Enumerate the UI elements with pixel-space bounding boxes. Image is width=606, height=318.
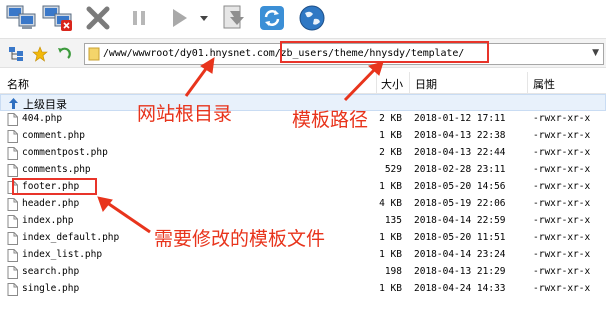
file-row[interactable]: header.php 4 KB 2018-05-19 22:06 -rwxr-xr-x: [0, 196, 606, 213]
file-icon: [7, 130, 18, 143]
file-permissions: -rwxr-xr-x: [533, 266, 591, 277]
path-prefix: /www/wwwroot/dy01.hnysnet.com: [103, 48, 275, 59]
file-size: 135: [384, 215, 402, 226]
queue-button[interactable]: [216, 2, 250, 34]
template-path-highlight: [280, 41, 489, 63]
queue-icon: [223, 5, 244, 29]
file-date: 2018-04-13 21:29: [414, 266, 506, 277]
play-button[interactable]: [164, 2, 194, 34]
file-icon: [7, 232, 18, 245]
globe-icon: [299, 5, 325, 31]
file-name: index_default.php: [22, 232, 120, 243]
file-date: 2018-04-13 22:44: [414, 147, 506, 158]
file-row[interactable]: commentpost.php 2 KB 2018-04-13 22:44 -rwxr…: [0, 145, 606, 162]
file-size: 1 KB: [379, 181, 402, 192]
refresh-icon: [260, 6, 284, 30]
disconnect-button[interactable]: [40, 2, 74, 34]
column-date-header[interactable]: 日期: [415, 76, 437, 92]
file-name: header.php: [22, 198, 80, 209]
column-separator: [376, 72, 377, 94]
disconnect-icon: [42, 5, 72, 31]
file-name: commentpost.php: [22, 147, 108, 158]
file-icon: [7, 113, 18, 126]
column-separator: [527, 72, 528, 94]
file-icon: [7, 164, 18, 177]
cancel-button[interactable]: [82, 2, 114, 34]
folder-icon: [88, 47, 100, 61]
file-date: 2018-05-20 14:56: [414, 181, 506, 192]
file-permissions: -rwxr-xr-x: [533, 181, 591, 192]
file-permissions: -rwxr-xr-x: [533, 249, 591, 260]
refresh-button[interactable]: [256, 2, 288, 34]
file-permissions: -rwxr-xr-x: [533, 164, 591, 175]
file-icon: [7, 249, 18, 262]
up-arrow-icon: [9, 98, 18, 109]
edit-files-annotation: 需要修改的模板文件: [154, 228, 326, 250]
file-icon: [7, 215, 18, 228]
file-row[interactable]: single.php 1 KB 2018-04-24 14:33 -rwxr-xr-x: [0, 281, 606, 298]
file-icon: [7, 283, 18, 296]
toolbar: [0, 0, 606, 36]
file-date: 2018-04-14 22:59: [414, 215, 506, 226]
file-date: 2018-04-24 14:33: [414, 283, 506, 294]
back-arrow-icon[interactable]: [56, 46, 72, 62]
file-date: 2018-04-13 22:38: [414, 130, 506, 141]
parent-directory-label: 上级目录: [23, 98, 67, 111]
file-list-header: 名称 大小 日期 属性: [0, 72, 606, 94]
path-dropdown-icon[interactable]: ▼: [592, 48, 599, 58]
file-size: 529: [384, 164, 402, 175]
file-permissions: -rwxr-xr-x: [533, 283, 591, 294]
connect-button[interactable]: [4, 2, 38, 34]
file-permissions: -rwxr-xr-x: [533, 147, 591, 158]
file-size: 1 KB: [379, 232, 402, 243]
file-name: comments.php: [22, 164, 91, 175]
column-perm-header[interactable]: 属性: [533, 76, 555, 92]
footer-file-highlight: [12, 178, 97, 195]
file-name: single.php: [22, 283, 80, 294]
file-date: 2018-01-12 17:11: [414, 113, 506, 124]
file-name: 404.php: [22, 113, 63, 124]
file-name: search.php: [22, 266, 80, 277]
column-separator: [409, 72, 410, 94]
file-name: index_list.php: [22, 249, 103, 260]
file-date: 2018-02-28 23:11: [414, 164, 506, 175]
file-size: 2 KB: [379, 113, 402, 124]
play-dropdown-button[interactable]: [198, 2, 210, 34]
file-date: 2018-05-19 22:06: [414, 198, 506, 209]
play-icon: [173, 9, 187, 27]
file-row[interactable]: comments.php 529 2018-02-28 23:11 -rwxr-xr-…: [0, 162, 606, 179]
file-name: comment.php: [22, 130, 85, 141]
file-date: 2018-05-20 11:51: [414, 232, 506, 243]
file-size: 1 KB: [379, 130, 402, 141]
file-permissions: -rwxr-xr-x: [533, 198, 591, 209]
file-permissions: -rwxr-xr-x: [533, 232, 591, 243]
pause-button[interactable]: [126, 2, 152, 34]
file-icon: [7, 147, 18, 160]
globe-button[interactable]: [296, 2, 328, 34]
template-path-annotation: 模板路径: [292, 109, 369, 131]
file-size: 198: [384, 266, 402, 277]
file-name: index.php: [22, 215, 74, 226]
file-date: 2018-04-14 23:24: [414, 249, 506, 260]
file-permissions: -rwxr-xr-x: [533, 113, 591, 124]
connect-icon: [6, 5, 36, 29]
chevron-down-icon: [200, 16, 208, 21]
file-permissions: -rwxr-xr-x: [533, 130, 591, 141]
file-size: 2 KB: [379, 147, 402, 158]
column-name-header[interactable]: 名称: [7, 76, 29, 92]
file-row[interactable]: search.php 198 2018-04-13 21:29 -rwxr-xr-x: [0, 264, 606, 281]
cancel-icon: [86, 6, 110, 30]
file-size: 1 KB: [379, 283, 402, 294]
file-size: 4 KB: [379, 198, 402, 209]
star-icon[interactable]: [32, 46, 48, 62]
file-size: 1 KB: [379, 249, 402, 260]
file-icon: [7, 198, 18, 211]
pause-icon: [133, 11, 145, 25]
sitemap-icon[interactable]: [8, 46, 24, 62]
column-size-header[interactable]: 大小: [381, 76, 403, 92]
root-dir-annotation: 网站根目录: [137, 103, 233, 125]
file-permissions: -rwxr-xr-x: [533, 215, 591, 226]
file-icon: [7, 266, 18, 279]
